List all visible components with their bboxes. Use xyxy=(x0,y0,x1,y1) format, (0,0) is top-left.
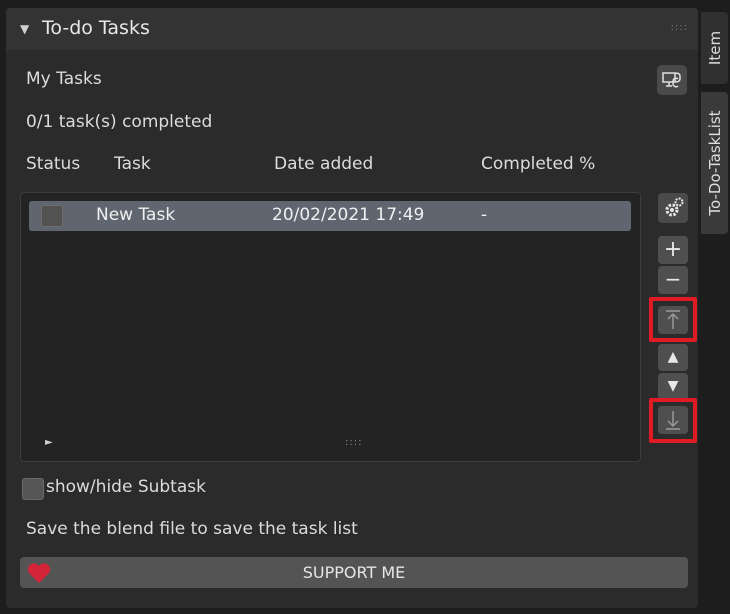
task-percent: - xyxy=(481,205,488,225)
save-note: Save the blend file to save the task lis… xyxy=(26,519,358,539)
progress-text: 0/1 task(s) completed xyxy=(26,112,213,132)
column-header-date: Date added xyxy=(274,154,374,174)
add-task-button[interactable]: + xyxy=(658,236,688,264)
settings-button[interactable] xyxy=(658,193,688,223)
todo-panel: ▼ To-do Tasks :::: My Tasks 0/1 task(s) … xyxy=(6,8,698,608)
panel-drag-grip-icon[interactable]: :::: xyxy=(671,22,688,33)
tab-todo-tasklist[interactable]: To-Do-TaskList xyxy=(701,92,728,234)
collapse-arrow-icon[interactable]: ▼ xyxy=(20,22,29,36)
task-list[interactable]: New Task 20/02/2021 17:49 - ► :::: xyxy=(20,192,641,462)
tab-todo-tasklist-label: To-Do-TaskList xyxy=(705,110,724,216)
tab-item-label: Item xyxy=(705,30,724,66)
support-me-button[interactable]: SUPPORT ME xyxy=(20,557,688,588)
link-icon xyxy=(662,72,681,88)
link-button[interactable] xyxy=(657,65,687,95)
task-name[interactable]: New Task xyxy=(96,205,175,225)
task-status-checkbox[interactable] xyxy=(41,205,63,227)
move-down-button[interactable]: ▼ xyxy=(658,373,688,400)
app-frame: ▼ To-do Tasks :::: My Tasks 0/1 task(s) … xyxy=(0,0,730,614)
list-expand-icon[interactable]: ► xyxy=(45,437,53,448)
remove-task-button[interactable]: − xyxy=(658,266,688,294)
panel-title: To-do Tasks xyxy=(42,17,150,39)
support-me-label: SUPPORT ME xyxy=(302,563,406,582)
panel-header[interactable]: ▼ To-do Tasks :::: xyxy=(6,8,698,50)
column-header-task: Task xyxy=(114,154,151,174)
list-resize-grip-icon[interactable]: :::: xyxy=(345,437,362,448)
tab-item[interactable]: Item xyxy=(701,12,728,84)
task-date: 20/02/2021 17:49 xyxy=(272,205,425,225)
show-subtask-checkbox[interactable] xyxy=(22,478,44,500)
table-row[interactable]: New Task 20/02/2021 17:49 - xyxy=(29,201,631,231)
highlight-move-bottom xyxy=(649,398,697,443)
gear-icon xyxy=(665,197,684,217)
move-up-button[interactable]: ▲ xyxy=(658,344,688,371)
my-tasks-heading: My Tasks xyxy=(26,69,102,89)
show-subtask-label: show/hide Subtask xyxy=(46,477,206,497)
column-header-completed: Completed % xyxy=(481,154,596,174)
column-header-status: Status xyxy=(26,154,81,174)
highlight-move-top xyxy=(649,297,697,342)
